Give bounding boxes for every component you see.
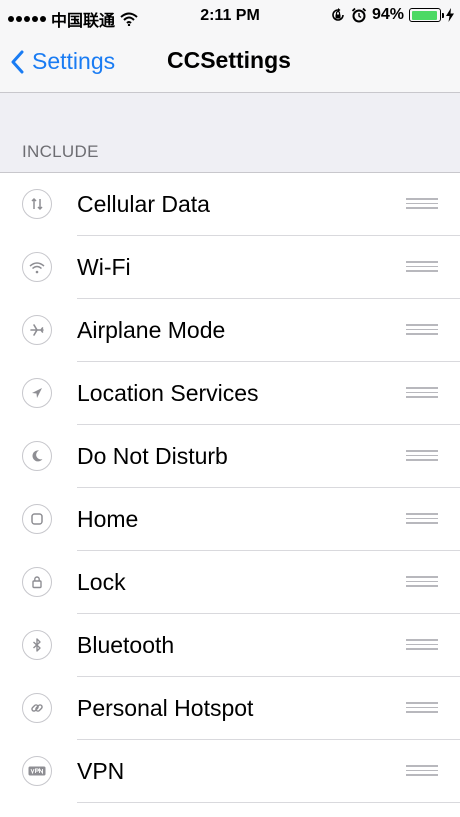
list-item-label: Lock (77, 569, 126, 595)
reorder-handle-icon[interactable] (406, 198, 438, 212)
battery-level (411, 10, 437, 20)
reorder-handle-icon[interactable] (406, 765, 438, 779)
list-item-vpn[interactable]: VPN (0, 740, 460, 803)
status-bar: 中国联通 2:11 PM 94% (0, 0, 460, 32)
list-item-cellular-data[interactable]: Cellular Data (0, 173, 460, 236)
section-header-include: INCLUDE (22, 142, 99, 161)
bluetooth-icon (22, 630, 52, 660)
reorder-handle-icon[interactable] (406, 639, 438, 653)
list-item-label: Bluetooth (77, 632, 175, 658)
navigation-bar: Settings CCSettings (0, 32, 460, 93)
reorder-handle-icon[interactable] (406, 261, 438, 275)
moon-icon (22, 441, 52, 471)
rotation-lock-icon (332, 8, 344, 21)
list-item-label: Cellular Data (77, 191, 210, 217)
include-list: Cellular Data Wi-Fi Airplane Mode Locati… (0, 172, 460, 817)
list-item-airplane-mode[interactable]: Airplane Mode (0, 299, 460, 362)
cellular-data-icon (22, 189, 52, 219)
list-item-wifi[interactable]: Wi-Fi (0, 236, 460, 299)
list-item-lock[interactable]: Lock (0, 551, 460, 614)
list-item-label: Location Services (77, 380, 259, 406)
reorder-handle-icon[interactable] (406, 387, 438, 401)
charging-bolt-icon (446, 8, 454, 22)
list-item-location-services[interactable]: Location Services (0, 362, 460, 425)
reorder-handle-icon[interactable] (406, 450, 438, 464)
airplane-icon (22, 315, 52, 345)
list-item-label: Airplane Mode (77, 317, 226, 343)
home-icon (22, 504, 52, 534)
list-item-label: Home (77, 506, 139, 532)
list-item-label: Personal Hotspot (77, 695, 254, 721)
chevron-left-icon (11, 50, 24, 73)
wifi-icon (22, 252, 52, 282)
battery-icon (409, 8, 444, 22)
list-item-bluetooth[interactable]: Bluetooth (0, 614, 460, 677)
page-title: CCSettings (167, 47, 291, 73)
list-item-home[interactable]: Home (0, 488, 460, 551)
status-right: 94% (330, 6, 454, 24)
list-item-label: Wi-Fi (77, 254, 131, 280)
reorder-handle-icon[interactable] (406, 513, 438, 527)
reorder-handle-icon[interactable] (406, 324, 438, 338)
link-icon (22, 693, 52, 723)
reorder-handle-icon[interactable] (406, 702, 438, 716)
reorder-handle-icon[interactable] (406, 576, 438, 590)
location-icon (22, 378, 52, 408)
list-item-personal-hotspot[interactable]: Personal Hotspot (0, 677, 460, 740)
alarm-icon (351, 7, 367, 23)
back-label: Settings (32, 48, 116, 74)
vpn-icon (22, 756, 52, 786)
list-item-do-not-disturb[interactable]: Do Not Disturb (0, 425, 460, 488)
list-item-label: Do Not Disturb (77, 443, 228, 469)
list-item-label: VPN (77, 758, 125, 784)
battery-percent: 94% (371, 6, 404, 23)
lock-icon (22, 567, 52, 597)
back-button[interactable]: Settings (10, 48, 115, 75)
